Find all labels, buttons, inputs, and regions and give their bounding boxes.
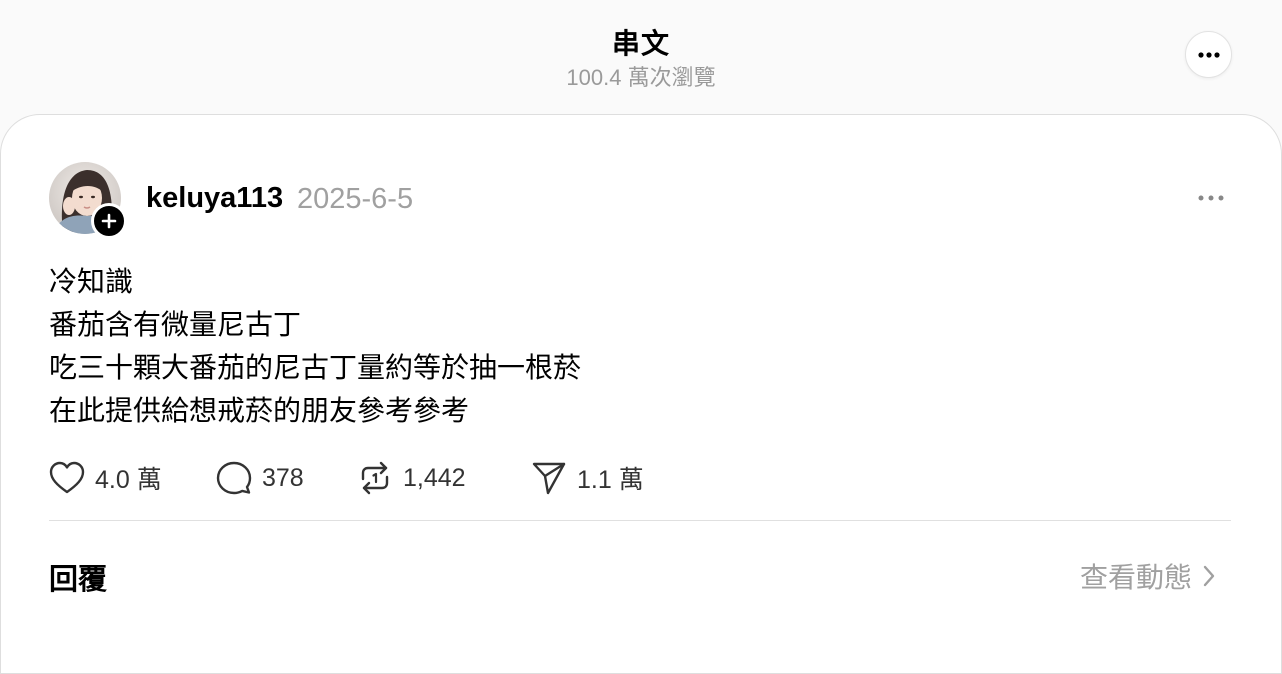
plus-icon	[101, 213, 117, 229]
view-activity-label: 查看動態	[1080, 561, 1193, 594]
repost-count: 1,442	[403, 463, 466, 492]
post-line: 吃三十顆大番茄的尼古丁量約等於抽一根菸	[49, 351, 582, 384]
post-line: 冷知識	[49, 265, 134, 298]
like-button[interactable]: 4.0 萬	[49, 456, 162, 500]
post-body: 冷知識 番茄含有微量尼古丁 吃三十顆大番茄的尼古丁量約等於抽一根菸 在此提供給想…	[49, 260, 581, 432]
repost-icon	[361, 461, 389, 495]
like-count: 4.0 萬	[95, 466, 162, 494]
header-more-button[interactable]	[1185, 31, 1232, 78]
divider	[49, 520, 1231, 521]
chevron-right-icon	[1203, 565, 1215, 587]
share-button[interactable]: 1.1 萬	[531, 456, 644, 500]
post-line: 番茄含有微量尼古丁	[49, 308, 302, 341]
view-activity-link[interactable]: 查看動態	[1080, 556, 1216, 596]
thread-header: 串文 100.4 萬次瀏覽	[0, 0, 1282, 114]
share-count: 1.1 萬	[577, 466, 644, 494]
comment-count: 378	[262, 463, 304, 492]
username[interactable]: keluya113	[146, 182, 283, 215]
replies-heading: 回覆	[49, 562, 108, 596]
page-title: 串文	[611, 28, 670, 59]
post-more-button[interactable]	[1194, 187, 1228, 209]
post-line: 在此提供給想戒菸的朋友參考參考	[49, 394, 470, 427]
more-horizontal-icon	[1198, 195, 1224, 201]
post-date: 2025-6-5	[297, 183, 414, 215]
comment-bubble-icon	[216, 461, 252, 495]
view-count: 100.4 萬次瀏覽	[566, 65, 716, 90]
more-horizontal-icon	[1197, 51, 1220, 58]
heart-icon	[49, 461, 85, 494]
follow-button[interactable]	[91, 203, 127, 239]
comment-button[interactable]: 378	[216, 456, 304, 500]
repost-button[interactable]: 1,442	[357, 456, 466, 500]
send-icon	[532, 462, 566, 495]
